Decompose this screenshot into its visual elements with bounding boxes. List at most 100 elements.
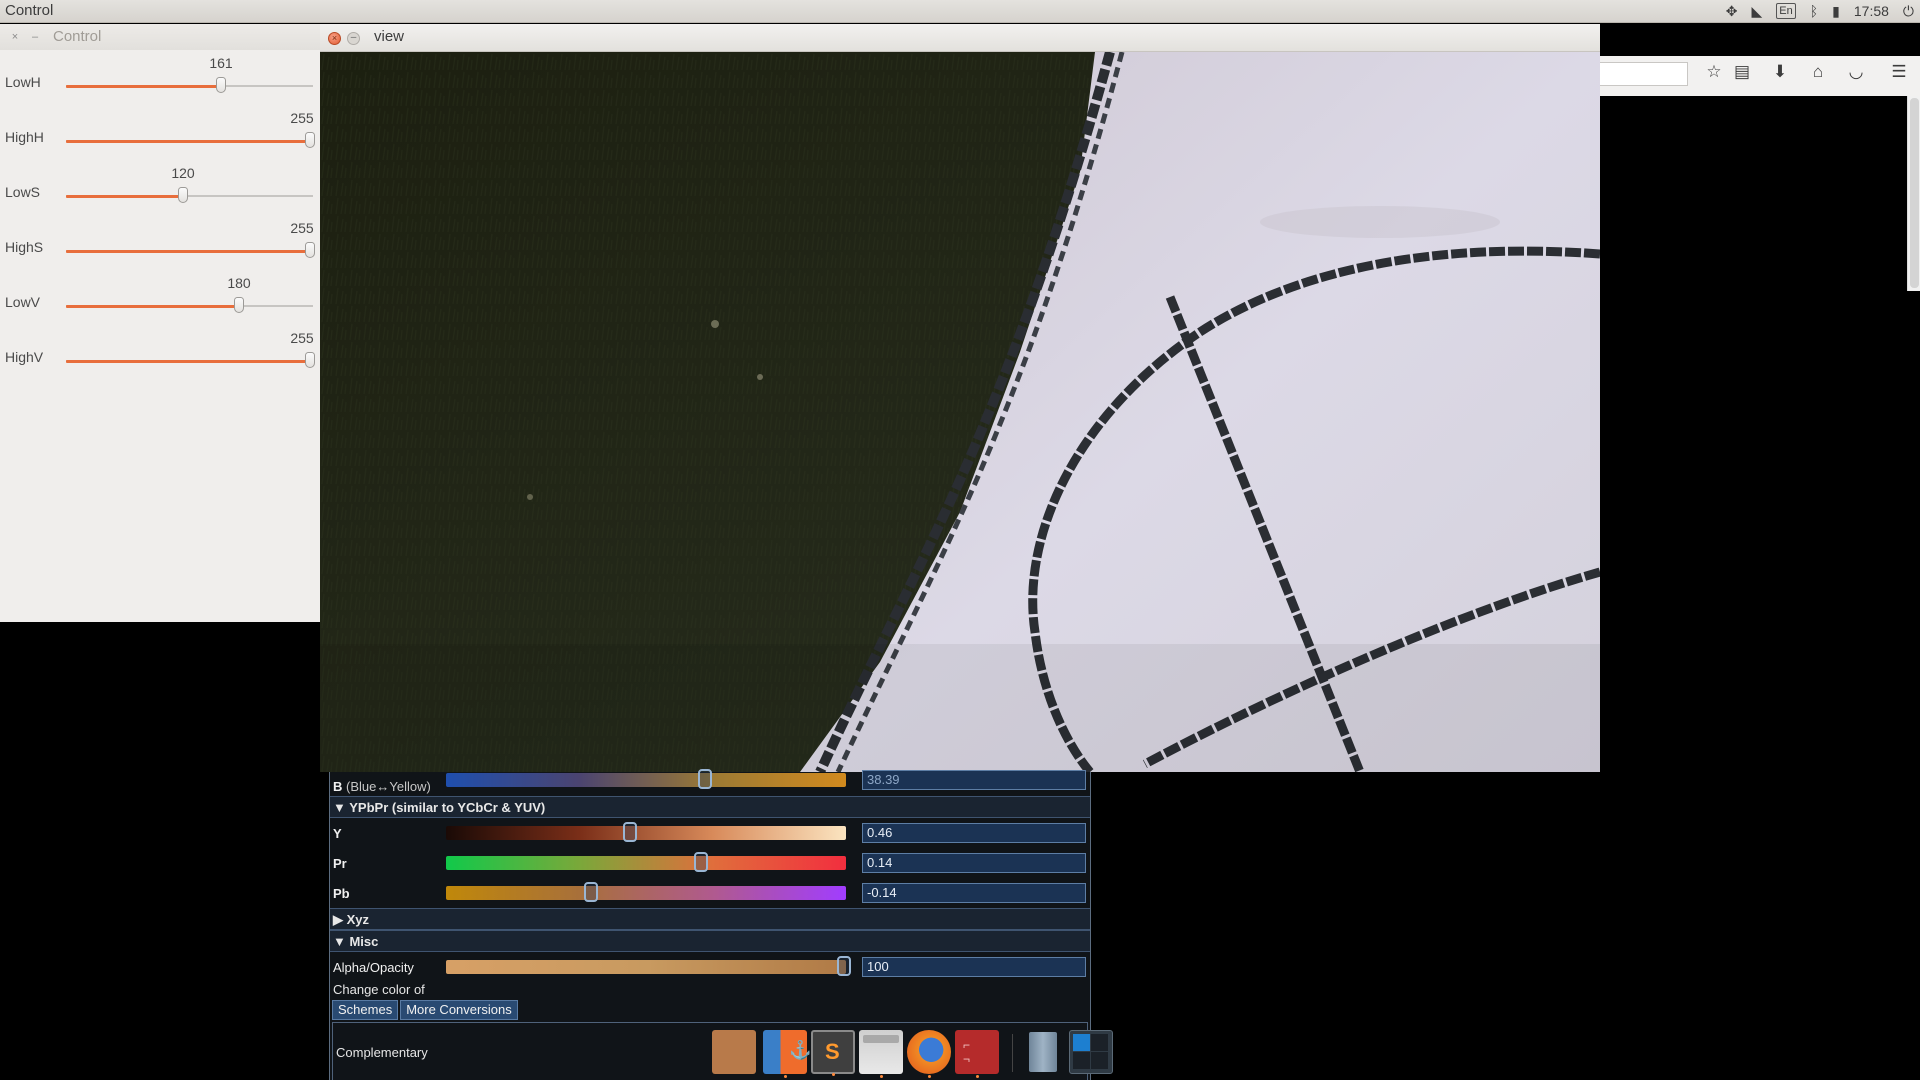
red-app-icon[interactable]: ⌐ ¬: [955, 1030, 999, 1078]
wifi-icon[interactable]: ◣: [1752, 2, 1763, 20]
alpha-slider[interactable]: [446, 956, 851, 976]
camera-frame: [320, 52, 1600, 772]
trackbar-fill: [66, 250, 310, 253]
tab-schemes[interactable]: Schemes: [332, 1000, 399, 1020]
ypbpr-section-header[interactable]: ▼ YPbPr (similar to YCbCr & YUV): [330, 796, 1090, 818]
minimize-icon[interactable]: –: [29, 31, 41, 43]
pb-slider[interactable]: [446, 882, 846, 902]
browser-toolbar: ☆ ▤ ⬇ ⌂ ◡ ☰: [1600, 56, 1920, 96]
files-icon[interactable]: [859, 1030, 903, 1078]
pocket-icon[interactable]: ◡: [1845, 62, 1867, 82]
search-field[interactable]: [1600, 62, 1688, 86]
trackbar-slider[interactable]: [66, 352, 315, 368]
power-icon[interactable]: ⏻: [1903, 2, 1914, 20]
view-titlebar[interactable]: × – view: [320, 24, 1600, 52]
trackbar-fill: [66, 360, 310, 363]
sublime-text-icon[interactable]: S: [811, 1030, 855, 1076]
download-icon[interactable]: ⬇: [1769, 62, 1791, 82]
trackbar-fill: [66, 305, 239, 308]
view-window: × – view: [320, 24, 1600, 772]
control-titlebar[interactable]: × – Control: [0, 24, 320, 50]
close-icon[interactable]: ×: [9, 31, 21, 43]
top-panel: Control ✥ ◣ En ᛒ ▮ 17:58 ⏻: [0, 0, 1920, 23]
b-channel-value[interactable]: 38.39: [862, 770, 1086, 790]
trackbar-label: LowS: [5, 184, 41, 200]
xyz-section-header[interactable]: ▶ Xyz: [330, 908, 1090, 930]
firefox-icon[interactable]: [907, 1030, 951, 1078]
alpha-row: Alpha/Opacity 100: [330, 953, 1090, 981]
trackbar-fill: [66, 140, 310, 143]
conversion-tabs: Schemes More Conversions: [332, 1000, 518, 1020]
y-knob[interactable]: [623, 822, 638, 842]
control-window-title: Control: [53, 28, 102, 45]
anchor-app-icon[interactable]: ⚓: [763, 1030, 811, 1078]
trackbar-slider[interactable]: [66, 242, 315, 258]
pr-value[interactable]: 0.14: [862, 853, 1086, 873]
trackbar-slider[interactable]: [66, 297, 313, 313]
trackbar-lowv: LowV 180: [0, 275, 320, 330]
b-channel-label: B (Blue↔Yellow): [333, 779, 431, 794]
y-slider[interactable]: [446, 822, 846, 842]
star-icon[interactable]: ☆: [1703, 62, 1725, 82]
y-row: Y 0.46: [330, 819, 1090, 847]
swatch-icon[interactable]: [712, 1030, 756, 1074]
view-window-title: view: [374, 28, 405, 45]
scrollbar-thumb[interactable]: [1910, 98, 1919, 288]
bluetooth-icon[interactable]: ᛒ: [1810, 2, 1818, 20]
trackbar-slider[interactable]: [66, 187, 313, 203]
trackbar-lowh: LowH 161: [0, 55, 320, 110]
trackbar-label: HighS: [5, 239, 44, 255]
tab-more-conversions[interactable]: More Conversions: [400, 1000, 518, 1020]
trackbar-value: 255: [290, 330, 314, 346]
trackbar-knob[interactable]: [305, 242, 315, 258]
alpha-knob[interactable]: [837, 956, 851, 976]
scheme-label: Complementary: [336, 1045, 428, 1060]
trackbar-highs: HighS 255: [0, 220, 320, 275]
trackbar-slider[interactable]: [66, 132, 315, 148]
trackbar-knob[interactable]: [305, 132, 315, 148]
pb-value[interactable]: -0.14: [862, 883, 1086, 903]
xyz-section-label: ▶ Xyz: [333, 912, 370, 927]
battery-icon[interactable]: ▮: [1832, 2, 1840, 20]
b-channel-knob[interactable]: [698, 769, 713, 789]
pb-row: Pb -0.14: [330, 879, 1090, 907]
trackbar-slider[interactable]: [66, 77, 313, 93]
trackbar-knob[interactable]: [216, 77, 226, 93]
pr-row: Pr 0.14: [330, 849, 1090, 877]
browser-scrollbar[interactable]: [1907, 96, 1920, 291]
home-icon[interactable]: ⌂: [1807, 62, 1829, 82]
close-icon[interactable]: ×: [328, 32, 341, 45]
trackbar-knob[interactable]: [305, 352, 315, 368]
trackbar-knob[interactable]: [178, 187, 188, 203]
dock-separator: [1012, 1034, 1013, 1072]
trackbar-label: LowV: [5, 294, 41, 310]
reading-list-icon[interactable]: ▤: [1731, 62, 1753, 82]
system-tray: ✥ ◣ En ᛒ ▮ 17:58 ⏻: [1726, 2, 1914, 20]
y-label: Y: [333, 826, 342, 841]
pb-label: Pb: [333, 886, 350, 901]
menu-icon[interactable]: ☰: [1888, 62, 1910, 82]
trackbar-value: 255: [290, 220, 314, 236]
trackbar-highh: HighH 255: [0, 110, 320, 165]
pr-slider[interactable]: [446, 852, 846, 872]
b-channel-slider[interactable]: [446, 769, 846, 789]
trackbar-value: 161: [209, 55, 233, 71]
pb-knob[interactable]: [583, 882, 598, 902]
misc-section-header[interactable]: ▼ Misc: [330, 930, 1090, 952]
keyboard-layout-indicator[interactable]: En: [1776, 3, 1796, 19]
workspace-switcher-icon[interactable]: [1069, 1030, 1113, 1074]
pr-label: Pr: [333, 856, 347, 871]
trackbar-fill: [66, 85, 221, 88]
trackbar-label: HighH: [5, 129, 44, 145]
trash-icon[interactable]: [1021, 1030, 1065, 1074]
clock[interactable]: 17:58: [1854, 3, 1889, 19]
alpha-value[interactable]: 100: [862, 957, 1086, 977]
y-value[interactable]: 0.46: [862, 823, 1086, 843]
control-window: × – Control LowH 161 HighH 255 LowS 120 HighS 2…: [0, 24, 320, 622]
dropbox-icon[interactable]: ✥: [1726, 2, 1738, 20]
minimize-icon[interactable]: –: [347, 32, 360, 45]
pr-knob[interactable]: [694, 852, 709, 872]
misc-section-label: ▼ Misc: [333, 934, 379, 949]
trackbar-value: 120: [171, 165, 195, 181]
trackbar-knob[interactable]: [234, 297, 244, 313]
